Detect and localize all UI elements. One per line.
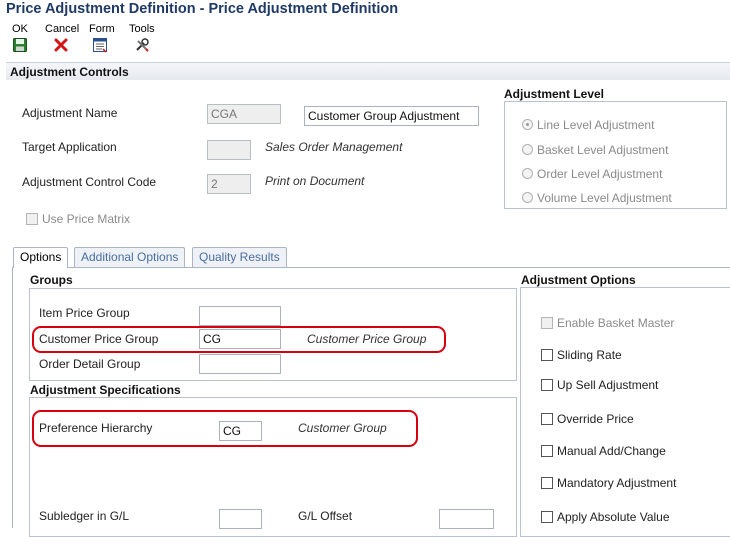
radio-basket-level[interactable]: Basket Level Adjustment (522, 143, 668, 157)
checkbox-box (541, 349, 553, 361)
adjustment-control-code-field[interactable] (207, 174, 251, 194)
order-detail-group-label: Order Detail Group (39, 357, 141, 371)
override-price-checkbox[interactable]: Override Price (541, 412, 634, 426)
radio-volume-level[interactable]: Volume Level Adjustment (522, 191, 672, 205)
tab-quality-results[interactable]: Quality Results (192, 247, 287, 267)
form-menu-button[interactable]: Form (89, 23, 129, 53)
adjustment-specifications-title: Adjustment Specifications (30, 383, 181, 397)
adjustment-controls-title: Adjustment Controls (10, 65, 129, 79)
cancel-button[interactable]: Cancel (45, 23, 85, 53)
radio-line-level-label: Line Level Adjustment (537, 118, 655, 132)
checkbox-box (26, 213, 38, 225)
apply-absolute-value-label: Apply Absolute Value (557, 510, 670, 524)
red-x-icon (54, 38, 68, 52)
radio-circle (522, 192, 533, 203)
order-detail-group-field[interactable] (199, 354, 281, 374)
radio-circle (522, 119, 533, 130)
target-application-description: Sales Order Management (265, 140, 403, 154)
subledger-label: Subledger in G/L (39, 509, 130, 523)
adjustment-level-title: Adjustment Level (504, 87, 605, 101)
enable-basket-master-label: Enable Basket Master (557, 316, 675, 330)
adjustment-name-code-field[interactable] (207, 104, 281, 124)
customer-price-group-description: Customer Price Group (307, 332, 427, 346)
adjustment-controls-header: Adjustment Controls (6, 62, 730, 80)
window-title: Price Adjustment Definition - Price Adju… (6, 1, 399, 17)
radio-volume-level-label: Volume Level Adjustment (537, 191, 672, 205)
checkbox-box (541, 511, 553, 523)
enable-basket-master-checkbox[interactable]: Enable Basket Master (541, 316, 674, 330)
sliding-rate-label: Sliding Rate (557, 348, 622, 362)
adjustment-control-code-label: Adjustment Control Code (22, 175, 157, 189)
manual-add-change-checkbox[interactable]: Manual Add/Change (541, 444, 666, 458)
tools-label: Tools (129, 23, 155, 35)
gl-offset-field[interactable] (439, 509, 494, 529)
groups-title: Groups (30, 273, 73, 287)
apply-absolute-value-checkbox[interactable]: Apply Absolute Value (541, 510, 670, 524)
tools-icon (136, 38, 149, 52)
radio-basket-level-label: Basket Level Adjustment (537, 143, 669, 157)
customer-price-group-field[interactable] (199, 329, 281, 349)
item-price-group-label: Item Price Group (39, 306, 130, 320)
form-label: Form (89, 23, 115, 35)
radio-line-level[interactable]: Line Level Adjustment (522, 118, 654, 132)
adjustment-options-title: Adjustment Options (521, 273, 636, 287)
up-sell-adjustment-checkbox[interactable]: Up Sell Adjustment (541, 378, 658, 392)
item-price-group-field[interactable] (199, 306, 281, 326)
checkbox-box (541, 477, 553, 489)
preference-hierarchy-label: Preference Hierarchy (39, 421, 153, 435)
adjustment-name-description-field[interactable] (304, 106, 479, 126)
up-sell-adjustment-label: Up Sell Adjustment (557, 378, 659, 392)
customer-price-group-label: Customer Price Group (39, 332, 159, 346)
tools-menu-button[interactable]: Tools (129, 23, 169, 53)
checkbox-box (541, 445, 553, 457)
subledger-field[interactable] (219, 509, 262, 529)
use-price-matrix-label: Use Price Matrix (42, 212, 131, 226)
sliding-rate-checkbox[interactable]: Sliding Rate (541, 348, 622, 362)
adjustment-name-label: Adjustment Name (22, 106, 118, 120)
radio-order-level[interactable]: Order Level Adjustment (522, 167, 662, 181)
target-application-label: Target Application (22, 140, 117, 154)
gl-offset-label: G/L Offset (298, 509, 353, 523)
target-application-field[interactable] (207, 140, 251, 160)
save-disk-icon (13, 38, 27, 52)
tab-options[interactable]: Options (13, 247, 69, 268)
adjustment-control-code-description: Print on Document (265, 174, 365, 188)
cancel-label: Cancel (45, 23, 80, 35)
form-menu-icon (93, 38, 107, 53)
radio-order-level-label: Order Level Adjustment (537, 167, 663, 181)
radio-circle (522, 144, 533, 155)
mandatory-adjustment-label: Mandatory Adjustment (557, 476, 677, 490)
checkbox-box (541, 379, 553, 391)
radio-circle (522, 168, 533, 179)
preference-hierarchy-description: Customer Group (298, 421, 387, 435)
override-price-label: Override Price (557, 412, 634, 426)
use-price-matrix-checkbox[interactable]: Use Price Matrix (26, 212, 130, 226)
tab-additional-options[interactable]: Additional Options (74, 247, 186, 267)
preference-hierarchy-field[interactable] (219, 421, 262, 441)
mandatory-adjustment-checkbox[interactable]: Mandatory Adjustment (541, 476, 676, 490)
checkbox-box (541, 317, 553, 329)
checkbox-box (541, 413, 553, 425)
manual-add-change-label: Manual Add/Change (557, 444, 666, 458)
